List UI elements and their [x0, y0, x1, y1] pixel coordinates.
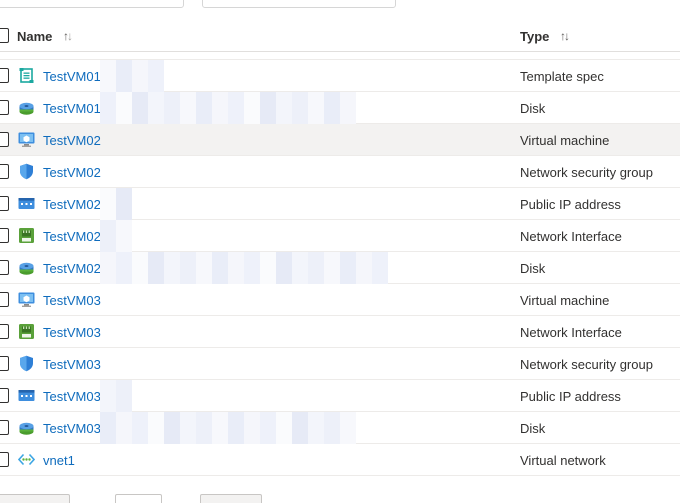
resource-name-link[interactable]: TestVM02: [43, 133, 101, 148]
row-checkbox[interactable]: [0, 164, 9, 179]
resource-table: Name ↑↓ Type ↑↓ TestVM01- Template spec Te…: [0, 20, 680, 476]
public-ip-icon: [18, 387, 35, 404]
resource-name-link[interactable]: vnet1: [43, 453, 75, 468]
table-row[interactable]: TestVM01- Template spec: [0, 60, 680, 92]
table-row[interactable]: TestVM03 Virtual machine: [0, 284, 680, 316]
table-row[interactable]: TestVM02_ Disk: [0, 252, 680, 284]
network-security-group-icon: [18, 163, 35, 180]
resource-name-link[interactable]: TestVM01-: [43, 69, 105, 84]
table-row[interactable]: TestVM02 Network security group: [0, 156, 680, 188]
filter-field-fragment[interactable]: [0, 0, 184, 8]
row-checkbox[interactable]: [0, 228, 9, 243]
table-header: Name ↑↓ Type ↑↓: [0, 20, 680, 52]
resource-name-link[interactable]: TestVM02-: [43, 229, 105, 244]
resource-type: Disk: [520, 421, 546, 436]
row-checkbox[interactable]: [0, 292, 9, 307]
resource-name-link[interactable]: TestVM03_: [43, 421, 108, 436]
table-row[interactable]: TestVM02- Network Interface: [0, 220, 680, 252]
template-spec-icon: [18, 67, 35, 84]
resource-name-link[interactable]: TestVM02-: [43, 197, 105, 212]
next-page-button[interactable]: [200, 494, 262, 503]
network-interface-icon: [18, 227, 35, 244]
resource-type: Network security group: [520, 165, 653, 180]
resource-type: Disk: [520, 101, 546, 116]
column-header-type[interactable]: Type ↑↓: [520, 29, 570, 44]
column-header-name[interactable]: Name ↑↓: [17, 29, 73, 44]
virtual-machine-icon: [18, 131, 35, 148]
column-header-name-label: Name: [17, 29, 53, 44]
previous-page-button[interactable]: [0, 494, 70, 503]
network-security-group-icon: [18, 355, 35, 372]
row-checkbox[interactable]: [0, 68, 9, 83]
resource-type: Virtual machine: [520, 293, 610, 308]
resource-type: Network Interface: [520, 325, 622, 340]
row-checkbox[interactable]: [0, 452, 9, 467]
table-row[interactable]: TestVM02 Virtual machine: [0, 124, 680, 156]
row-checkbox[interactable]: [0, 132, 9, 147]
resource-type: Network Interface: [520, 229, 622, 244]
table-row[interactable]: TestVM03 Network Interface: [0, 316, 680, 348]
resource-type: Disk: [520, 261, 546, 276]
select-all-checkbox[interactable]: [0, 28, 9, 43]
resource-type: Public IP address: [520, 389, 621, 404]
resource-type: Template spec: [520, 69, 604, 84]
redacted-region: [100, 188, 132, 220]
table-row[interactable]: TestVM03 Network security group: [0, 348, 680, 380]
page-number-input[interactable]: [115, 494, 162, 503]
public-ip-icon: [18, 195, 35, 212]
sort-icon[interactable]: ↑↓: [63, 29, 73, 43]
row-checkbox[interactable]: [0, 420, 9, 435]
table-body: TestVM01- Template spec TestVM01_ Disk TestV…: [0, 60, 680, 476]
row-checkbox[interactable]: [0, 100, 9, 115]
resource-name-link[interactable]: TestVM03-: [43, 389, 105, 404]
resource-name-link[interactable]: TestVM02_: [43, 261, 108, 276]
resource-name-link[interactable]: TestVM02: [43, 165, 101, 180]
redacted-region: [100, 92, 356, 124]
redacted-region: [100, 220, 132, 252]
table-row[interactable]: TestVM01_ Disk: [0, 92, 680, 124]
redacted-region: [100, 380, 132, 412]
disk-icon: [18, 419, 35, 436]
table-row[interactable]: TestVM03- Public IP address: [0, 380, 680, 412]
virtual-network-icon: [17, 451, 36, 468]
disk-icon: [18, 259, 35, 276]
resource-name-link[interactable]: TestVM03: [43, 293, 101, 308]
redacted-region: [100, 252, 388, 284]
row-checkbox[interactable]: [0, 356, 9, 371]
resource-type: Virtual machine: [520, 133, 610, 148]
disk-icon: [18, 99, 35, 116]
table-row[interactable]: TestVM02- Public IP address: [0, 188, 680, 220]
header-spacer: [0, 52, 680, 60]
row-checkbox[interactable]: [0, 196, 9, 211]
resource-name-link[interactable]: TestVM03: [43, 357, 101, 372]
virtual-machine-icon: [18, 291, 35, 308]
row-checkbox[interactable]: [0, 388, 9, 403]
resource-name-link[interactable]: TestVM03: [43, 325, 101, 340]
redacted-region: [100, 60, 164, 92]
filter-field-fragment[interactable]: [202, 0, 396, 8]
resource-type: Network security group: [520, 357, 653, 372]
table-row[interactable]: TestVM03_ Disk: [0, 412, 680, 444]
row-checkbox[interactable]: [0, 324, 9, 339]
resource-type: Public IP address: [520, 197, 621, 212]
resource-name-link[interactable]: TestVM01_: [43, 101, 108, 116]
network-interface-icon: [18, 323, 35, 340]
table-row[interactable]: vnet1 Virtual network: [0, 444, 680, 476]
redacted-region: [100, 412, 356, 444]
resource-type: Virtual network: [520, 453, 606, 468]
row-checkbox[interactable]: [0, 260, 9, 275]
column-header-type-label: Type: [520, 29, 550, 44]
sort-icon[interactable]: ↑↓: [560, 29, 570, 43]
